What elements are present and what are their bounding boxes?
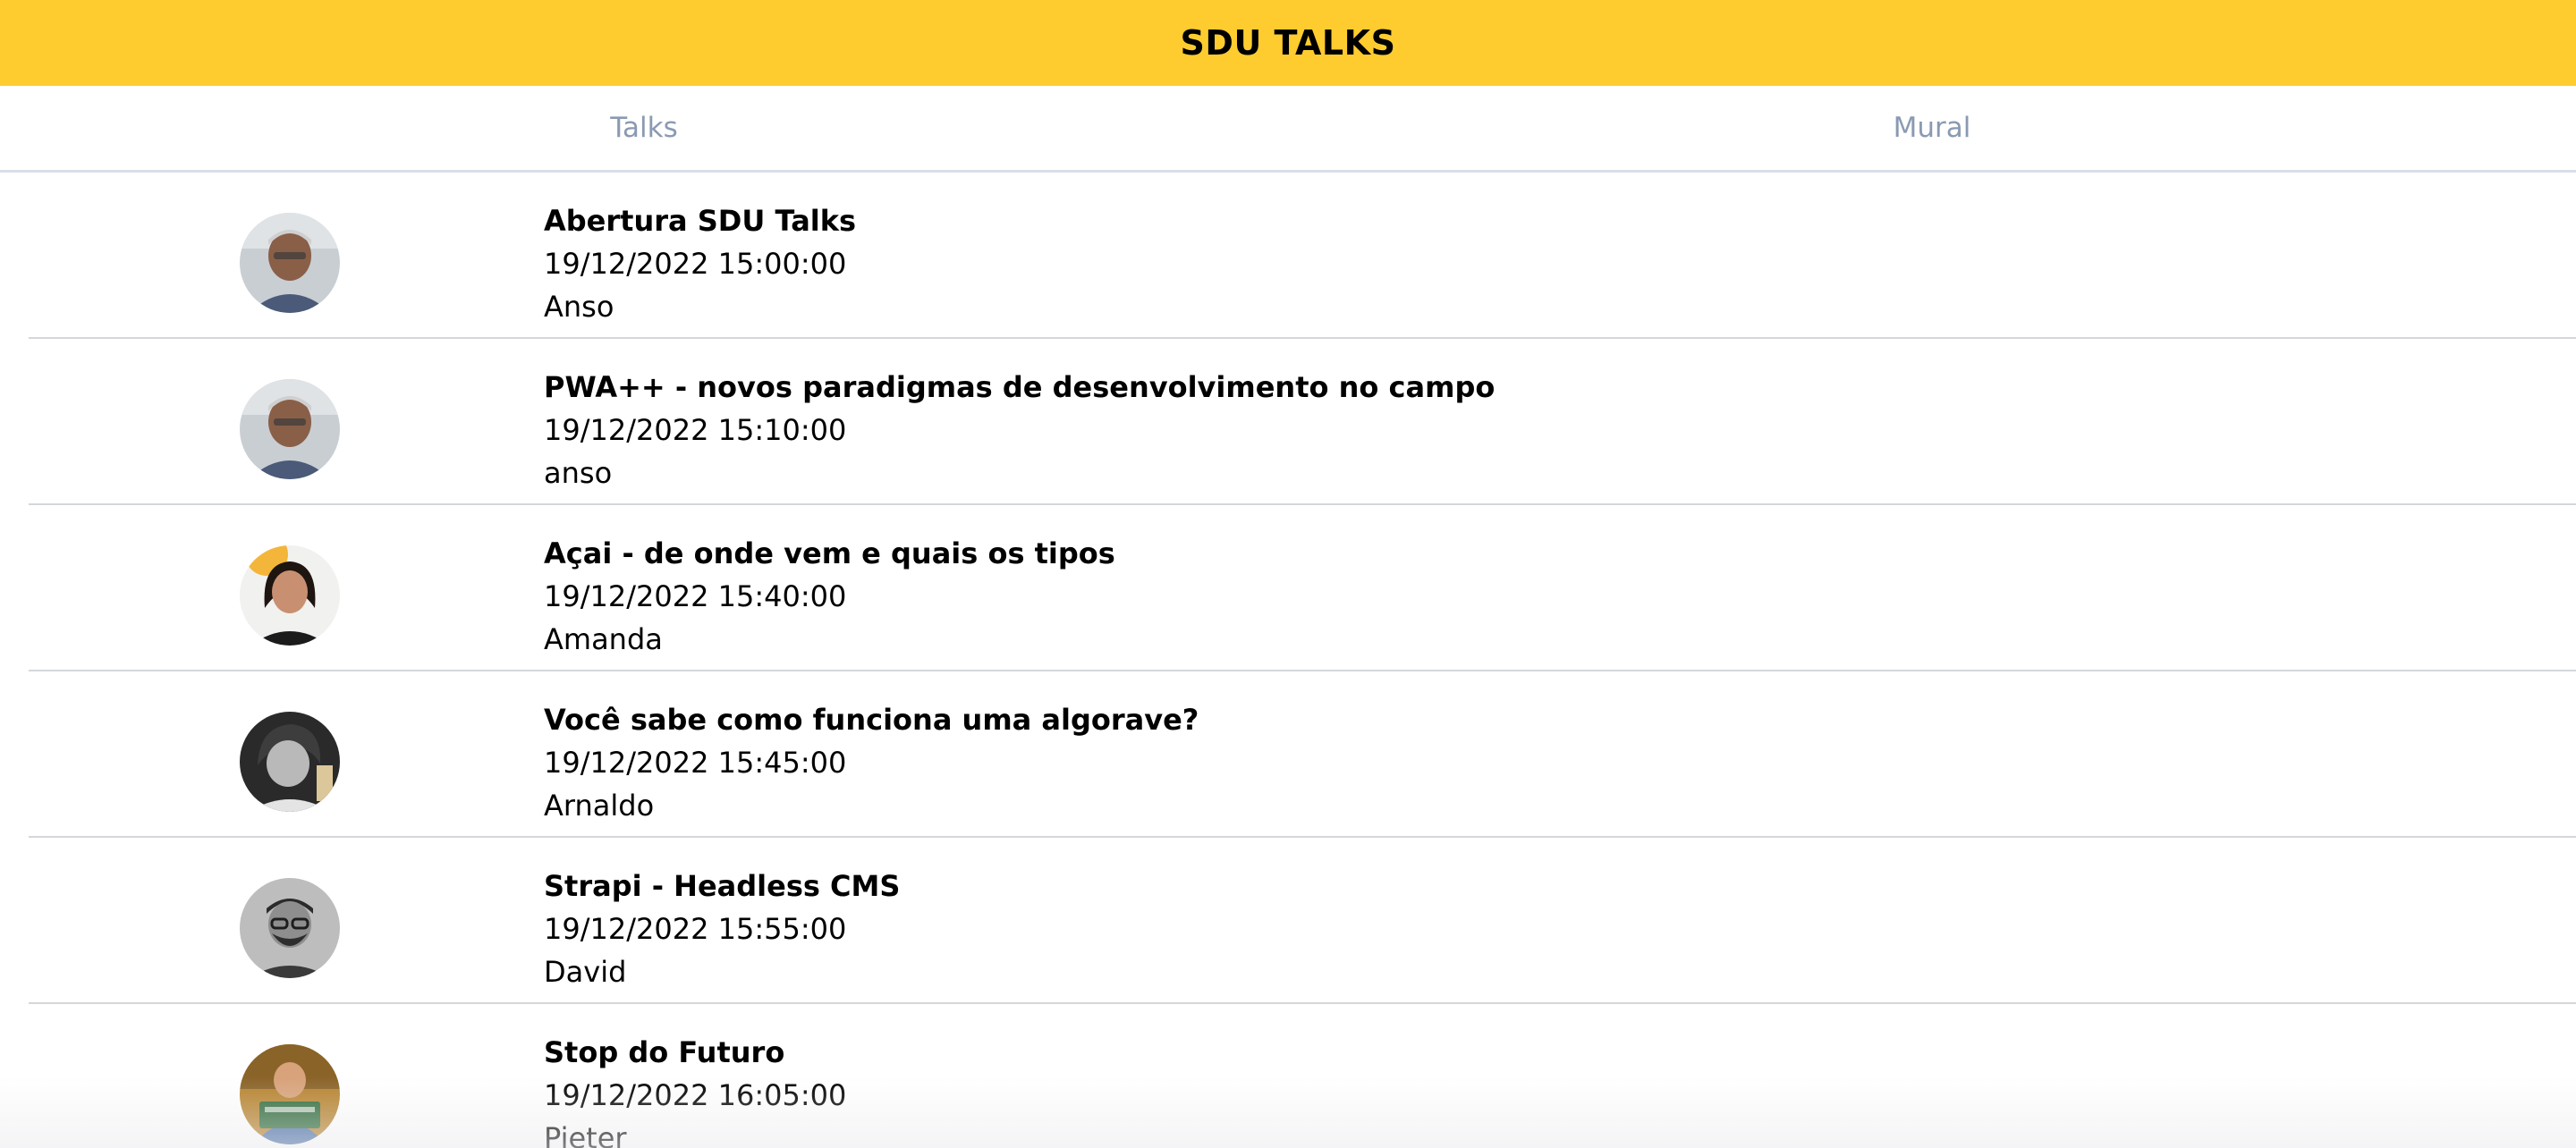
tab-bar: Talks Mural [0, 86, 2576, 173]
talk-datetime: 19/12/2022 15:40:00 [544, 579, 847, 613]
speaker-avatar [240, 712, 340, 812]
talk-title: Strapi - Headless CMS [544, 869, 901, 903]
talk-title: Stop do Futuro [544, 1035, 785, 1069]
speaker-avatar [240, 545, 340, 646]
talk-row[interactable]: Você sabe como funciona uma algorave? 19… [29, 671, 2576, 838]
talk-datetime: 19/12/2022 15:10:00 [544, 413, 847, 447]
talk-speaker: David [544, 955, 627, 989]
talk-speaker: Amanda [544, 622, 663, 656]
talk-title: PWA++ - novos paradigmas de desenvolvime… [544, 370, 1496, 404]
talk-row[interactable]: Açai - de onde vem e quais os tipos 19/1… [29, 505, 2576, 671]
talk-title: Abertura SDU Talks [544, 204, 857, 238]
talks-list: Abertura SDU Talks 19/12/2022 15:00:00 A… [0, 173, 2576, 1148]
tab-mural[interactable]: Mural [1288, 86, 2576, 170]
talk-speaker: Anso [544, 290, 614, 324]
talk-speaker: anso [544, 456, 613, 490]
speaker-avatar [240, 379, 340, 479]
talk-speaker: Arnaldo [544, 789, 655, 823]
page-title: SDU TALKS [1180, 23, 1396, 63]
talk-row[interactable]: Strapi - Headless CMS 19/12/2022 15:55:0… [29, 838, 2576, 1004]
talk-title: Açai - de onde vem e quais os tipos [544, 536, 1115, 570]
talk-row[interactable]: Abertura SDU Talks 19/12/2022 15:00:00 A… [29, 173, 2576, 339]
talk-datetime: 19/12/2022 15:55:00 [544, 912, 847, 946]
speaker-avatar [240, 213, 340, 313]
talk-datetime: 19/12/2022 15:00:00 [544, 247, 847, 281]
speaker-avatar [240, 1044, 340, 1144]
tab-talks[interactable]: Talks [0, 86, 1288, 170]
talk-row[interactable]: Stop do Futuro 19/12/2022 16:05:00 Piete… [29, 1004, 2576, 1148]
app-header: SDU TALKS [0, 0, 2576, 86]
talk-datetime: 19/12/2022 16:05:00 [544, 1078, 847, 1112]
talk-speaker: Pieter [544, 1121, 627, 1148]
talk-title: Você sabe como funciona uma algorave? [544, 703, 1199, 737]
speaker-avatar [240, 878, 340, 978]
talk-row[interactable]: PWA++ - novos paradigmas de desenvolvime… [29, 339, 2576, 505]
talk-datetime: 19/12/2022 15:45:00 [544, 746, 847, 780]
app-root: SDU TALKS Talks Mural Abertura SDU Talks… [0, 0, 2576, 1148]
